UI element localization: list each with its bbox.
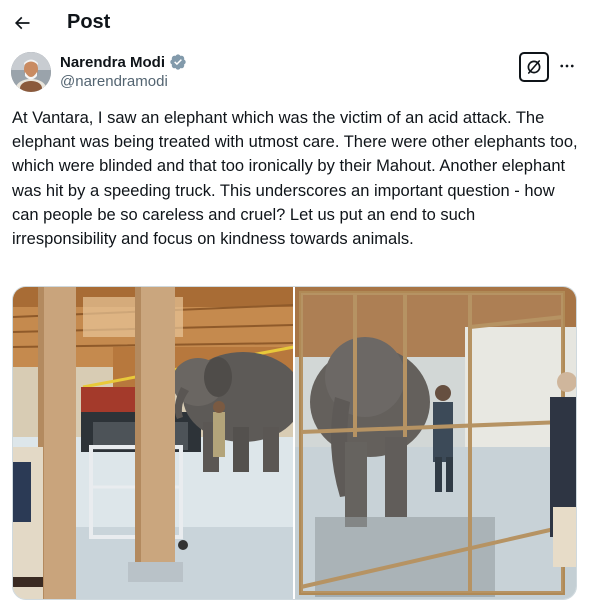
top-bar: Post xyxy=(0,0,592,46)
page-title: Post xyxy=(67,11,111,33)
grok-button[interactable] xyxy=(519,52,549,82)
post-text: At Vantara, I saw an elephant which was … xyxy=(12,109,578,249)
author-row: Narendra Modi @narendramodi xyxy=(0,50,592,94)
name-row: Narendra Modi xyxy=(60,53,187,71)
arrow-left-icon xyxy=(14,16,30,30)
photo-elephant-ward[interactable] xyxy=(13,287,293,599)
user-handle[interactable]: @narendramodi xyxy=(60,73,168,90)
media-grid xyxy=(12,286,577,600)
more-options-button[interactable] xyxy=(557,56,577,76)
photo-elephant-glass-enclosure[interactable] xyxy=(295,287,576,599)
display-name[interactable]: Narendra Modi xyxy=(60,54,165,71)
avatar[interactable] xyxy=(11,52,51,92)
more-horizontal-icon xyxy=(560,64,574,68)
grok-icon xyxy=(527,60,541,74)
back-button[interactable] xyxy=(8,9,36,37)
verified-badge-icon xyxy=(170,54,186,70)
